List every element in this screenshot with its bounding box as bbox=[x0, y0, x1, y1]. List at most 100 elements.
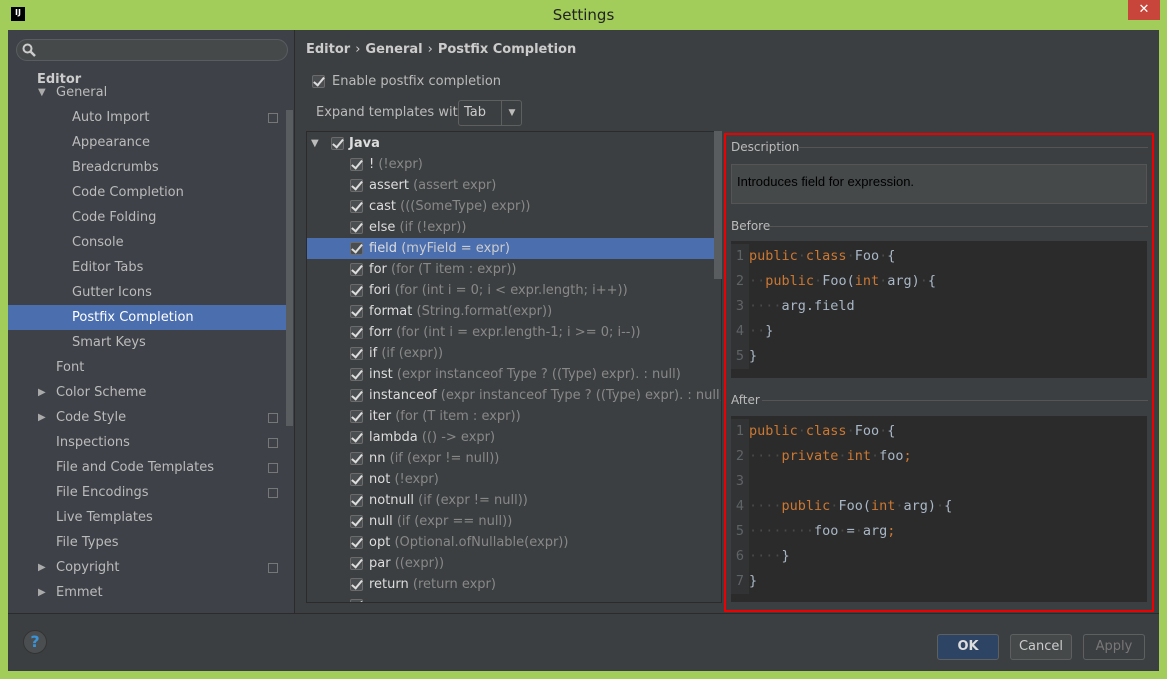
sidebar-item[interactable]: Code Completion bbox=[72, 180, 184, 205]
template-row[interactable]: else (if (!expr)) bbox=[307, 217, 715, 238]
sidebar-item[interactable]: Smart Keys bbox=[72, 330, 146, 355]
template-checkbox[interactable] bbox=[350, 368, 363, 381]
template-row[interactable]: par ((expr)) bbox=[307, 553, 715, 574]
expand-arrow-icon[interactable]: ▼ bbox=[311, 133, 319, 154]
ok-button[interactable]: OK bbox=[937, 634, 999, 660]
template-checkbox[interactable] bbox=[350, 200, 363, 213]
template-checkbox[interactable] bbox=[350, 326, 363, 339]
template-row[interactable]: assert (assert expr) bbox=[307, 175, 715, 196]
template-row[interactable]: not (!expr) bbox=[307, 469, 715, 490]
template-checkbox[interactable] bbox=[350, 494, 363, 507]
template-checkbox[interactable] bbox=[350, 410, 363, 423]
template-checkbox[interactable] bbox=[350, 431, 363, 444]
template-row[interactable]: return (return expr) bbox=[307, 574, 715, 595]
group-checkbox[interactable] bbox=[331, 137, 344, 150]
sidebar-item[interactable]: Gutter Icons bbox=[72, 280, 152, 305]
close-button[interactable]: ✕ bbox=[1128, 0, 1160, 20]
expand-arrow-icon[interactable]: ▼ bbox=[38, 87, 46, 98]
project-scope-icon bbox=[268, 463, 278, 473]
sidebar-item[interactable]: Inspections bbox=[56, 430, 130, 455]
breadcrumb-item[interactable]: General bbox=[365, 42, 422, 57]
code-token: arg.field bbox=[781, 298, 855, 314]
template-checkbox[interactable] bbox=[350, 557, 363, 570]
template-row[interactable]: opt (Optional.ofNullable(expr)) bbox=[307, 532, 715, 553]
template-key: field bbox=[369, 241, 398, 256]
template-checkbox[interactable] bbox=[350, 515, 363, 528]
sidebar-scrollbar[interactable] bbox=[286, 110, 293, 426]
sidebar-item[interactable]: Code Folding bbox=[72, 205, 156, 230]
sidebar-item[interactable]: File Types bbox=[56, 530, 119, 555]
code-token: { bbox=[927, 273, 937, 289]
template-row[interactable]: ! (!expr) bbox=[307, 154, 715, 175]
template-row[interactable]: fori (for (int i = 0; i < expr.length; i… bbox=[307, 280, 715, 301]
template-row[interactable]: field (myField = expr) bbox=[307, 238, 715, 259]
enable-postfix-checkbox[interactable] bbox=[312, 75, 325, 88]
template-row[interactable]: format (String.format(expr)) bbox=[307, 301, 715, 322]
line-number: 1 bbox=[731, 419, 749, 444]
collapse-arrow-icon[interactable]: ▶ bbox=[38, 562, 46, 573]
line-number: 5 bbox=[731, 344, 749, 369]
code-token: Foo bbox=[854, 248, 880, 264]
template-row[interactable]: null (if (expr == null)) bbox=[307, 511, 715, 532]
code-token: { bbox=[887, 248, 896, 264]
template-checkbox[interactable] bbox=[350, 473, 363, 486]
template-checkbox[interactable] bbox=[350, 305, 363, 318]
code-line: 1 public·class·Foo·{ bbox=[731, 244, 1147, 269]
template-checkbox[interactable] bbox=[350, 242, 363, 255]
sidebar-item[interactable]: Auto Import bbox=[72, 105, 149, 130]
template-checkbox[interactable] bbox=[350, 263, 363, 276]
search-input[interactable] bbox=[16, 39, 288, 61]
collapse-arrow-icon[interactable]: ▶ bbox=[38, 587, 46, 598]
sidebar-item[interactable]: Console bbox=[72, 230, 124, 255]
expand-key-dropdown[interactable]: Tab ▼ bbox=[458, 100, 522, 126]
code-token: arg bbox=[862, 523, 888, 539]
template-checkbox[interactable] bbox=[350, 536, 363, 549]
template-row[interactable]: if (if (expr)) bbox=[307, 343, 715, 364]
sidebar-item[interactable]: Appearance bbox=[72, 130, 150, 155]
sidebar-item[interactable]: Font bbox=[56, 355, 84, 380]
template-checkbox[interactable] bbox=[350, 347, 363, 360]
template-row[interactable]: iter (for (T item : expr)) bbox=[307, 406, 715, 427]
template-checkbox[interactable] bbox=[350, 284, 363, 297]
template-example: (((SomeType) expr)) bbox=[400, 199, 531, 214]
template-row[interactable]: nn (if (expr != null)) bbox=[307, 448, 715, 469]
sidebar-item[interactable]: Code Style bbox=[56, 405, 126, 430]
template-key: instanceof bbox=[369, 388, 437, 403]
template-checkbox[interactable] bbox=[350, 179, 363, 192]
list-scrollbar[interactable] bbox=[714, 131, 722, 279]
cancel-button[interactable]: Cancel bbox=[1010, 634, 1072, 660]
template-checkbox[interactable] bbox=[350, 389, 363, 402]
template-row[interactable]: forr (for (int i = expr.length-1; i >= 0… bbox=[307, 322, 715, 343]
collapse-arrow-icon[interactable]: ▶ bbox=[38, 387, 46, 398]
collapse-arrow-icon[interactable]: ▶ bbox=[38, 412, 46, 423]
sidebar-item[interactable]: Live Templates bbox=[56, 505, 153, 530]
template-checkbox[interactable] bbox=[350, 221, 363, 234]
sidebar-item[interactable]: Editor Tabs bbox=[72, 255, 143, 280]
sidebar-item[interactable]: Emmet bbox=[56, 580, 103, 605]
breadcrumb-item[interactable]: Editor bbox=[306, 42, 350, 57]
template-key: ! bbox=[369, 157, 375, 172]
sidebar-item[interactable]: Copyright bbox=[56, 555, 120, 580]
sidebar-item[interactable]: File and Code Templates bbox=[56, 455, 214, 480]
template-row[interactable]: cast (((SomeType) expr)) bbox=[307, 196, 715, 217]
template-row[interactable]: for (for (T item : expr)) bbox=[307, 259, 715, 280]
sidebar-item[interactable]: Breadcrumbs bbox=[72, 155, 159, 180]
template-checkbox[interactable] bbox=[350, 578, 363, 591]
sidebar-item[interactable]: Postfix Completion bbox=[72, 305, 194, 330]
template-row[interactable]: inst (expr instanceof Type ? ((Type) exp… bbox=[307, 364, 715, 385]
template-checkbox[interactable] bbox=[350, 599, 363, 602]
sidebar-item[interactable]: Color Scheme bbox=[56, 380, 146, 405]
template-row[interactable]: notnull (if (expr != null)) bbox=[307, 490, 715, 511]
sidebar-item[interactable]: General bbox=[56, 80, 107, 105]
sidebar-item[interactable]: File Encodings bbox=[56, 480, 149, 505]
help-button[interactable]: ? bbox=[23, 630, 47, 654]
template-checkbox[interactable] bbox=[350, 158, 363, 171]
template-checkbox[interactable] bbox=[350, 452, 363, 465]
template-group-java[interactable]: ▼ Java bbox=[307, 133, 715, 154]
code-token: Foo( bbox=[838, 498, 871, 514]
template-row[interactable]: lambda (() -> expr) bbox=[307, 427, 715, 448]
template-row-partial[interactable] bbox=[307, 595, 715, 602]
breadcrumb-item[interactable]: Postfix Completion bbox=[438, 42, 576, 57]
apply-button[interactable]: Apply bbox=[1083, 634, 1145, 660]
template-row[interactable]: instanceof (expr instanceof Type ? ((Typ… bbox=[307, 385, 721, 406]
